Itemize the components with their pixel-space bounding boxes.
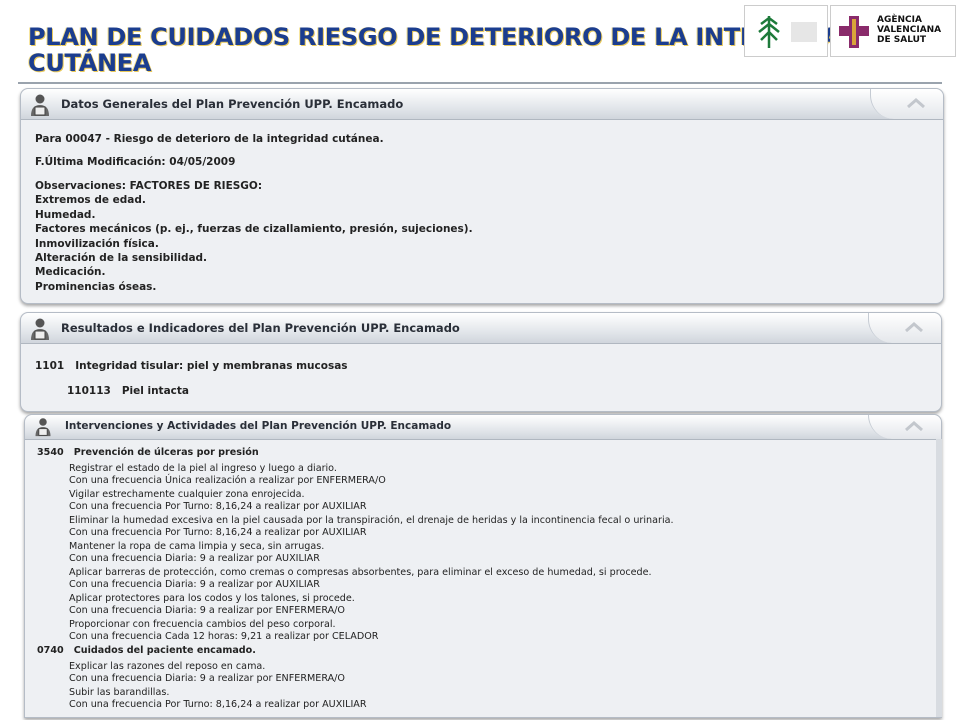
diagnosis-text: Para 00047 - Riesgo de deterioro de la i… — [35, 133, 384, 145]
risk-factor-item: Factores mecánicos (p. ej., fuerzas de c… — [35, 223, 473, 235]
risk-factor-item: Alteración de la sensibilidad. — [35, 252, 208, 264]
activity-frequency: Con una frecuencia Por Turno: 8,16,24 a … — [69, 527, 367, 538]
risk-factor-item: Extremos de edad. — [35, 194, 146, 206]
observations-heading: Observaciones: FACTORES DE RIESGO: — [35, 180, 262, 192]
activity-text: Proporcionar con frecuencia cambios del … — [69, 619, 336, 630]
activity-frequency: Con una frecuencia Por Turno: 8,16,24 a … — [69, 501, 367, 512]
results-panel: Resultados e Indicadores del Plan Preven… — [20, 312, 942, 412]
nurse-icon — [31, 318, 49, 340]
activity-frequency: Con una frecuencia Cada 12 horas: 9,21 a… — [69, 631, 379, 642]
generalitat-logo — [744, 5, 828, 57]
scrollbar[interactable] — [936, 439, 942, 717]
activity-text: Registrar el estado de la piel al ingres… — [69, 463, 337, 474]
agency-line-2: VALENCIANA — [877, 25, 942, 35]
collapse-button[interactable] — [868, 313, 941, 343]
intervention-name: Prevención de úlceras por presión — [73, 447, 259, 458]
panel-header: Datos Generales del Plan Prevención UPP.… — [21, 89, 943, 120]
agency-name: AGÈNCIA VALENCIANA DE SALUT — [877, 15, 941, 45]
risk-factor-item: Inmovilización física. — [35, 238, 159, 250]
panel-header: Resultados e Indicadores del Plan Preven… — [21, 313, 941, 344]
intervention-heading: 0740 Cuidados del paciente encamado. — [37, 645, 256, 656]
activity-text: Subir las barandillas. — [69, 687, 170, 698]
activity-text: Eliminar la humedad excesiva en la piel … — [69, 515, 674, 526]
activity-frequency: Con una frecuencia Diaria: 9 a realizar … — [69, 605, 345, 616]
agency-line-1: AGÈNCIA — [877, 15, 922, 25]
result-name: Integridad tisular: piel y membranas muc… — [75, 360, 348, 372]
result-code: 1101 — [35, 360, 65, 372]
divider — [18, 82, 942, 84]
chevron-up-icon — [905, 421, 923, 431]
activity-text: Aplicar barreras de protección, como cre… — [69, 567, 652, 578]
panel-header: Intervenciones y Actividades del Plan Pr… — [25, 415, 941, 440]
observations-title: FACTORES DE RIESGO: — [129, 180, 263, 192]
indicator-name: Piel intacta — [121, 385, 189, 397]
intervention-code: 3540 — [37, 447, 64, 458]
risk-factor-item: Humedad. — [35, 209, 96, 221]
activity-text: Explicar las razones del reposo en cama. — [69, 661, 266, 672]
intervention-code: 0740 — [37, 645, 64, 656]
collapse-button[interactable] — [868, 415, 941, 439]
intervention-name: Cuidados del paciente encamado. — [73, 645, 256, 656]
last-modified: F.Última Modificación: 04/05/2009 — [35, 156, 235, 168]
observations-label: Observaciones: — [35, 180, 127, 192]
collapse-button[interactable] — [870, 89, 943, 119]
activity-text: Aplicar protectores para los codos y los… — [69, 593, 355, 604]
activity-text: Vigilar estrechamente cualquier zona enr… — [69, 489, 305, 500]
risk-factor-item: Medicación. — [35, 266, 106, 278]
last-modified-label: F.Última Modificación: — [35, 156, 166, 168]
agency-line-3: DE SALUT — [877, 35, 927, 45]
chevron-up-icon — [905, 322, 923, 332]
agency-logo: AGÈNCIA VALENCIANA DE SALUT — [830, 5, 956, 57]
nurse-icon — [31, 94, 49, 116]
indicator-code: 110113 — [67, 385, 111, 397]
activity-text: Mantener la ropa de cama limpia y seca, … — [69, 541, 325, 552]
agency-emblem-icon — [839, 16, 869, 48]
indicator-row: 110113 Piel intacta — [67, 385, 189, 397]
panel-title: Intervenciones y Actividades del Plan Pr… — [65, 420, 452, 432]
nurse-icon — [35, 418, 51, 437]
activity-frequency: Con una frecuencia Por Turno: 8,16,24 a … — [69, 699, 367, 710]
panel-title: Datos Generales del Plan Prevención UPP.… — [61, 97, 404, 111]
panel-title: Resultados e Indicadores del Plan Preven… — [61, 321, 460, 335]
chevron-up-icon — [907, 98, 925, 108]
result-row: 1101 Integridad tisular: piel y membrana… — [35, 360, 348, 372]
last-modified-value: 04/05/2009 — [169, 156, 236, 168]
tree-emblem-icon — [758, 16, 817, 48]
activity-frequency: Con una frecuencia Única realización a r… — [69, 475, 386, 486]
activity-frequency: Con una frecuencia Diaria: 9 a realizar … — [69, 553, 320, 564]
interventions-panel: Intervenciones y Actividades del Plan Pr… — [24, 414, 942, 718]
risk-factor-item: Prominencias óseas. — [35, 281, 157, 293]
intervention-heading: 3540 Prevención de úlceras por presión — [37, 447, 259, 458]
activity-frequency: Con una frecuencia Diaria: 9 a realizar … — [69, 579, 320, 590]
general-data-panel: Datos Generales del Plan Prevención UPP.… — [20, 88, 944, 304]
activity-frequency: Con una frecuencia Diaria: 9 a realizar … — [69, 673, 345, 684]
